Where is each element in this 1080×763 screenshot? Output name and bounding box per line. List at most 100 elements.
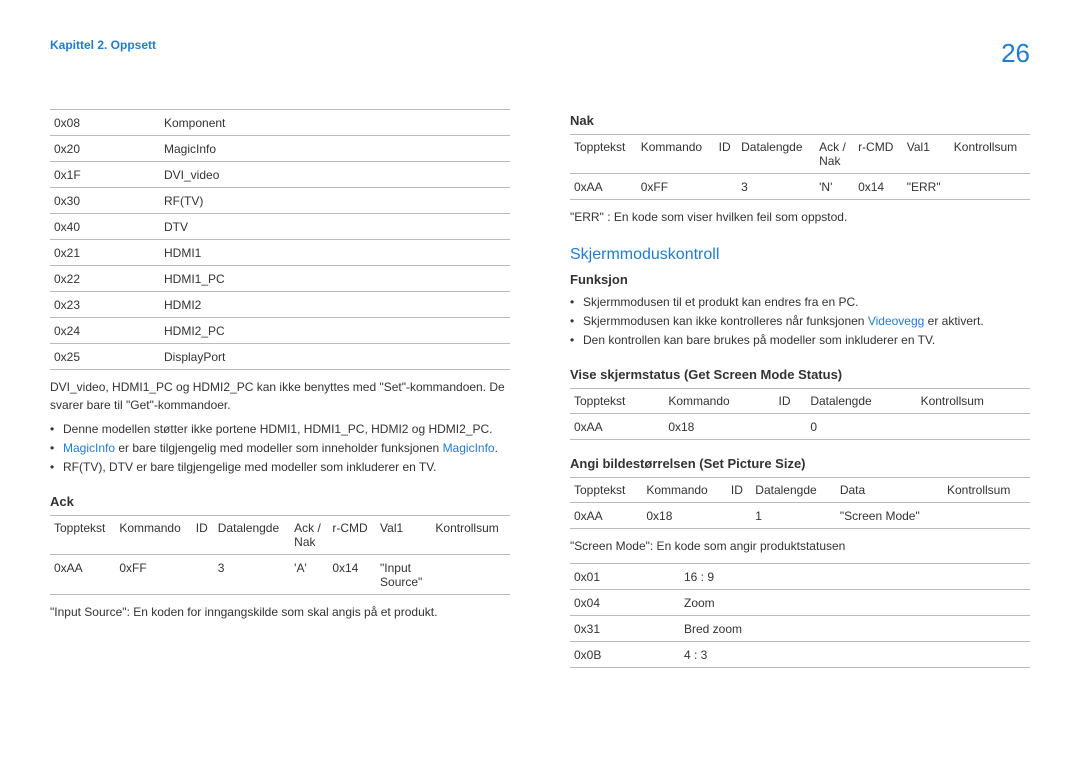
column-header: Topptekst: [570, 388, 664, 413]
table-cell: 0xAA: [570, 413, 664, 439]
screen-mode-codes-table: 0x0116 : 90x04Zoom0x31Bred zoom0x0B4 : 3: [570, 563, 1030, 668]
input-source-note: "Input Source": En koden for inngangskil…: [50, 603, 510, 621]
column-header: Ack /Nak: [290, 515, 328, 554]
angi-head-row: TopptekstKommandoIDDatalengdeDataKontrol…: [570, 477, 1030, 502]
ack-head-row: TopptekstKommandoIDDatalengdeAck /Nakr-C…: [50, 515, 510, 554]
table-cell: 0x30: [50, 188, 160, 214]
funk-bullet-2: Skjermmodusen kan ikke kontrolleres når …: [570, 312, 1030, 331]
table-cell: Zoom: [680, 589, 1030, 615]
table-cell: [727, 502, 751, 528]
funksjon-bullets: Skjermmodusen til et produkt kan endres …: [570, 293, 1030, 351]
angi-heading: Angi bildestørrelsen (Set Picture Size): [570, 456, 1030, 471]
table-row: 0x22HDMI1_PC: [50, 266, 510, 292]
table-cell: "Screen Mode": [836, 502, 943, 528]
ack-table: TopptekstKommandoIDDatalengdeAck /Nakr-C…: [50, 515, 510, 595]
ack-heading: Ack: [50, 494, 510, 509]
table-cell: MagicInfo: [160, 136, 510, 162]
table-cell: 'A': [290, 554, 328, 594]
table-cell: [192, 554, 214, 594]
table-row: 0x25DisplayPort: [50, 344, 510, 370]
magicinfo-link-1[interactable]: MagicInfo: [63, 441, 115, 455]
skjermmoduskontroll-heading: Skjermmoduskontroll: [570, 246, 1030, 264]
kv-body: 0x08Komponent0x20MagicInfo0x1FDVI_video0…: [50, 110, 510, 370]
bullet-rftv: RF(TV), DTV er bare tilgjengelige med mo…: [50, 458, 510, 477]
left-bullets: Denne modellen støtter ikke portene HDMI…: [50, 420, 510, 478]
column-header: ID: [715, 135, 737, 174]
right-column: Nak TopptekstKommandoIDDatalengdeAck /Na…: [570, 109, 1030, 676]
vise-heading: Vise skjermstatus (Get Screen Mode Statu…: [570, 367, 1030, 382]
vise-table: TopptekstKommandoIDDatalengdeKontrollsum…: [570, 388, 1030, 440]
column-header: r-CMD: [854, 135, 903, 174]
column-header: ID: [727, 477, 751, 502]
funk-bullet-3: Den kontrollen kan bare brukes på modell…: [570, 331, 1030, 350]
table-cell: 0x23: [50, 292, 160, 318]
table-cell: 0x01: [570, 563, 680, 589]
left-column: 0x08Komponent0x20MagicInfo0x1FDVI_video0…: [50, 109, 510, 676]
table-cell: 0x18: [642, 502, 727, 528]
table-cell: 0x0B: [570, 641, 680, 667]
angi-data-row: 0xAA0x18 1"Screen Mode": [570, 502, 1030, 528]
table-cell: 0xAA: [50, 554, 115, 594]
table-cell: 0x14: [328, 554, 376, 594]
table-cell: DVI_video: [160, 162, 510, 188]
table-row: 0x21HDMI1: [50, 240, 510, 266]
table-cell: 0x22: [50, 266, 160, 292]
funksjon-heading: Funksjon: [570, 272, 1030, 287]
column-header: Kommando: [664, 388, 774, 413]
table-cell: Komponent: [160, 110, 510, 136]
table-cell: 0x14: [854, 174, 903, 200]
table-cell: 'N': [815, 174, 854, 200]
table-cell: 0: [806, 413, 916, 439]
nak-heading: Nak: [570, 113, 1030, 128]
nak-table: TopptekstKommandoIDDatalengdeAck /Nakr-C…: [570, 134, 1030, 200]
column-header: Kommando: [115, 515, 191, 554]
ack-data-row: 0xAA0xFF3'A'0x14"InputSource": [50, 554, 510, 594]
table-cell: [917, 413, 1030, 439]
column-header: Data: [836, 477, 943, 502]
table-cell: 0x40: [50, 214, 160, 240]
funk-bullet-1: Skjermmodusen til et produkt kan endres …: [570, 293, 1030, 312]
table-cell: DisplayPort: [160, 344, 510, 370]
vise-data-row: 0xAA0x180: [570, 413, 1030, 439]
chapter-label: Kapittel 2. Oppsett: [50, 38, 156, 52]
videovegg-link[interactable]: Videovegg: [868, 314, 925, 328]
table-row: 0x1FDVI_video: [50, 162, 510, 188]
table-cell: 0xFF: [637, 174, 715, 200]
note-dvi: DVI_video, HDMI1_PC og HDMI2_PC kan ikke…: [50, 378, 510, 414]
table-cell: 0x20: [50, 136, 160, 162]
bullet-magicinfo: MagicInfo er bare tilgjengelig med model…: [50, 439, 510, 458]
table-cell: 1: [751, 502, 836, 528]
column-header: Val1: [903, 135, 950, 174]
table-cell: 0x08: [50, 110, 160, 136]
table-cell: RF(TV): [160, 188, 510, 214]
table-cell: HDMI2: [160, 292, 510, 318]
table-cell: [431, 554, 510, 594]
input-source-codes-table: 0x08Komponent0x20MagicInfo0x1FDVI_video0…: [50, 109, 510, 370]
column-header: Kontrollsum: [917, 388, 1030, 413]
column-header: Topptekst: [570, 135, 637, 174]
magicinfo-link-2[interactable]: MagicInfo: [443, 441, 495, 455]
table-cell: 0x04: [570, 589, 680, 615]
column-header: Kommando: [642, 477, 727, 502]
page-number: 26: [1001, 38, 1030, 69]
table-cell: 0x31: [570, 615, 680, 641]
table-row: 0x23HDMI2: [50, 292, 510, 318]
column-header: Kontrollsum: [431, 515, 510, 554]
table-cell: DTV: [160, 214, 510, 240]
table-row: 0x20MagicInfo: [50, 136, 510, 162]
nak-head-row: TopptekstKommandoIDDatalengdeAck /Nakr-C…: [570, 135, 1030, 174]
table-cell: [943, 502, 1030, 528]
table-cell: 4 : 3: [680, 641, 1030, 667]
table-cell: 0xAA: [570, 174, 637, 200]
sm-body: 0x0116 : 90x04Zoom0x31Bred zoom0x0B4 : 3: [570, 563, 1030, 667]
table-cell: 0xAA: [570, 502, 642, 528]
table-cell: [715, 174, 737, 200]
column-header: Datalengde: [214, 515, 290, 554]
table-cell: "ERR": [903, 174, 950, 200]
table-cell: 16 : 9: [680, 563, 1030, 589]
table-cell: HDMI1: [160, 240, 510, 266]
table-cell: HDMI1_PC: [160, 266, 510, 292]
table-row: 0x24HDMI2_PC: [50, 318, 510, 344]
column-header: Topptekst: [50, 515, 115, 554]
table-row: 0x0116 : 9: [570, 563, 1030, 589]
